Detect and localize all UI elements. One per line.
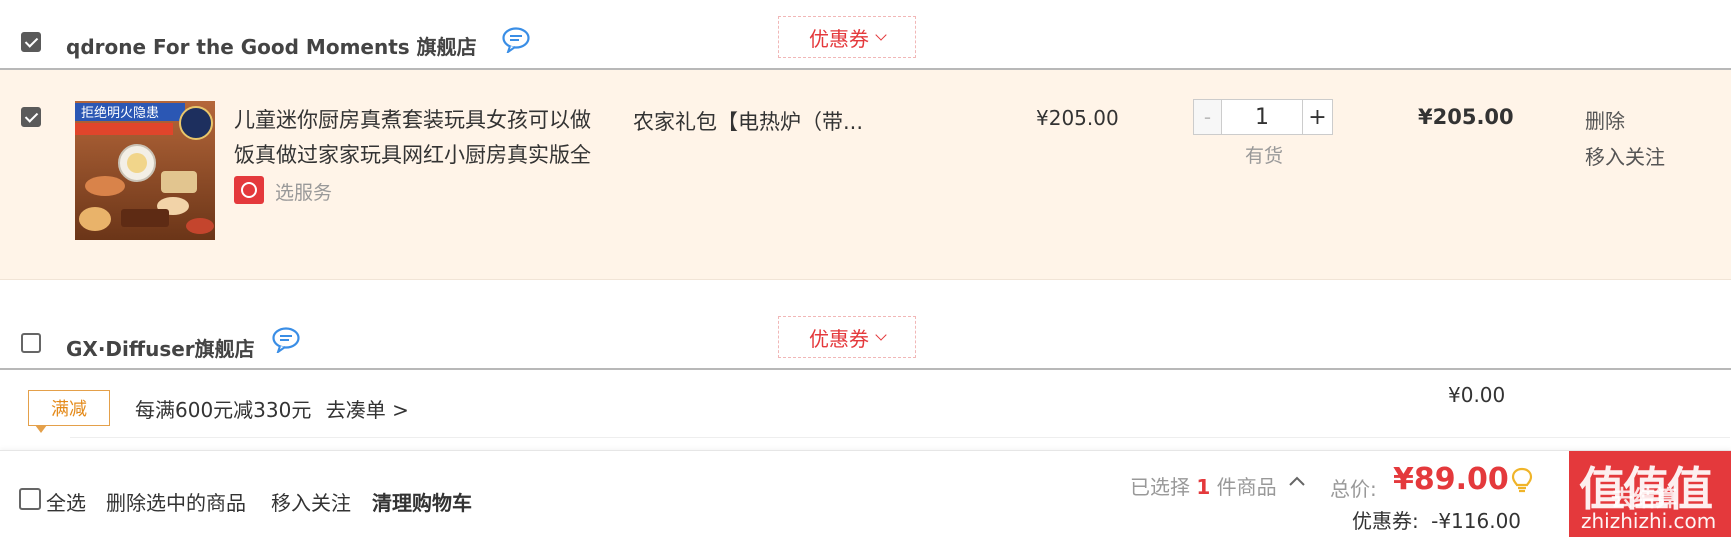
- quantity-stepper: - 1 +: [1193, 99, 1333, 135]
- chevron-down-icon: [875, 29, 887, 41]
- promo-rule-text: 每满600元减330元: [135, 398, 312, 422]
- selected-count: 1: [1196, 475, 1211, 499]
- stock-status: 有货: [1245, 145, 1284, 167]
- promo-rule: 每满600元减330元 去凑单 >: [135, 394, 409, 423]
- select-all-checkbox[interactable]: [19, 488, 41, 510]
- promo-price: ¥0.00: [1448, 383, 1506, 407]
- delete-item-link[interactable]: 删除: [1585, 105, 1625, 134]
- qty-decrease-button[interactable]: -: [1194, 100, 1222, 134]
- coupon-discount-value: -¥116.00: [1431, 509, 1522, 533]
- unit-price: ¥205.00: [1036, 106, 1119, 130]
- qty-input[interactable]: 1: [1222, 100, 1302, 134]
- selected-summary[interactable]: 已选择 1 件商品: [1130, 471, 1277, 500]
- product-thumbnail-graphic: 拒绝明火隐患: [75, 101, 215, 240]
- lightbulb-icon[interactable]: [1511, 467, 1533, 493]
- delete-selected-link[interactable]: 删除选中的商品: [106, 487, 246, 516]
- total-label: 总价:: [1330, 477, 1377, 501]
- selected-prefix: 已选择: [1130, 475, 1190, 499]
- item-checkbox[interactable]: [21, 107, 41, 127]
- promo-tag: 满减: [28, 390, 110, 433]
- coupon-label: 优惠券: [809, 326, 869, 351]
- product-image[interactable]: 拒绝明火隐患: [75, 101, 215, 240]
- move-selected-follow-link[interactable]: 移入关注: [271, 487, 351, 516]
- coupon-label: 优惠券: [809, 26, 869, 51]
- select-all-label[interactable]: 全选: [46, 487, 86, 516]
- service-gear-icon[interactable]: [234, 176, 264, 204]
- move-to-follow-link[interactable]: 移入关注: [1585, 141, 1665, 170]
- watermark-url: zhizhizhi.com: [1581, 509, 1717, 533]
- add-more-items-link[interactable]: 去凑单 >: [326, 398, 409, 422]
- coupon-discount-label: 优惠券:: [1352, 509, 1419, 533]
- product-title-line2[interactable]: 饭真做过家家玩具网红小厨房真实版全: [234, 139, 591, 169]
- chevron-down-icon: [875, 329, 887, 341]
- shop2-divider: [0, 368, 1731, 370]
- chevron-up-icon[interactable]: [1288, 474, 1306, 488]
- product-title-line1[interactable]: 儿童迷你厨房真煮套装玩具女孩可以做: [234, 104, 591, 134]
- qty-increase-button[interactable]: +: [1302, 100, 1332, 134]
- total-price: ¥89.00: [1393, 462, 1509, 497]
- shop1-coupon-button[interactable]: 优惠券: [778, 16, 916, 58]
- coupon-discount-row: 优惠券: -¥116.00: [1352, 505, 1521, 534]
- promo-row-divider: [70, 437, 1730, 438]
- svg-text:拒绝明火隐患: 拒绝明火隐患: [81, 105, 159, 121]
- shop1-checkbox[interactable]: [21, 32, 41, 52]
- shop2-name[interactable]: GX·Diffuser旗舰店: [66, 333, 255, 362]
- item-subtotal: ¥205.00: [1418, 105, 1514, 129]
- clear-cart-link[interactable]: 清理购物车: [372, 487, 472, 516]
- selected-suffix: 件商品: [1216, 475, 1277, 499]
- select-service-link[interactable]: 选服务: [275, 178, 332, 205]
- shop2-checkbox[interactable]: [21, 333, 41, 353]
- checkout-button[interactable]: 值值值 去结算 zhizhizhi.com: [1569, 451, 1731, 537]
- product-spec[interactable]: 农家礼包【电热炉（带...: [633, 106, 863, 136]
- shop2-coupon-button[interactable]: 优惠券: [778, 316, 916, 358]
- shop1-name[interactable]: qdrone For the Good Moments 旗舰店: [66, 31, 477, 60]
- chat-bubble-icon[interactable]: [502, 27, 530, 53]
- cart-item-row: [0, 70, 1731, 280]
- chat-bubble-icon[interactable]: [272, 327, 300, 353]
